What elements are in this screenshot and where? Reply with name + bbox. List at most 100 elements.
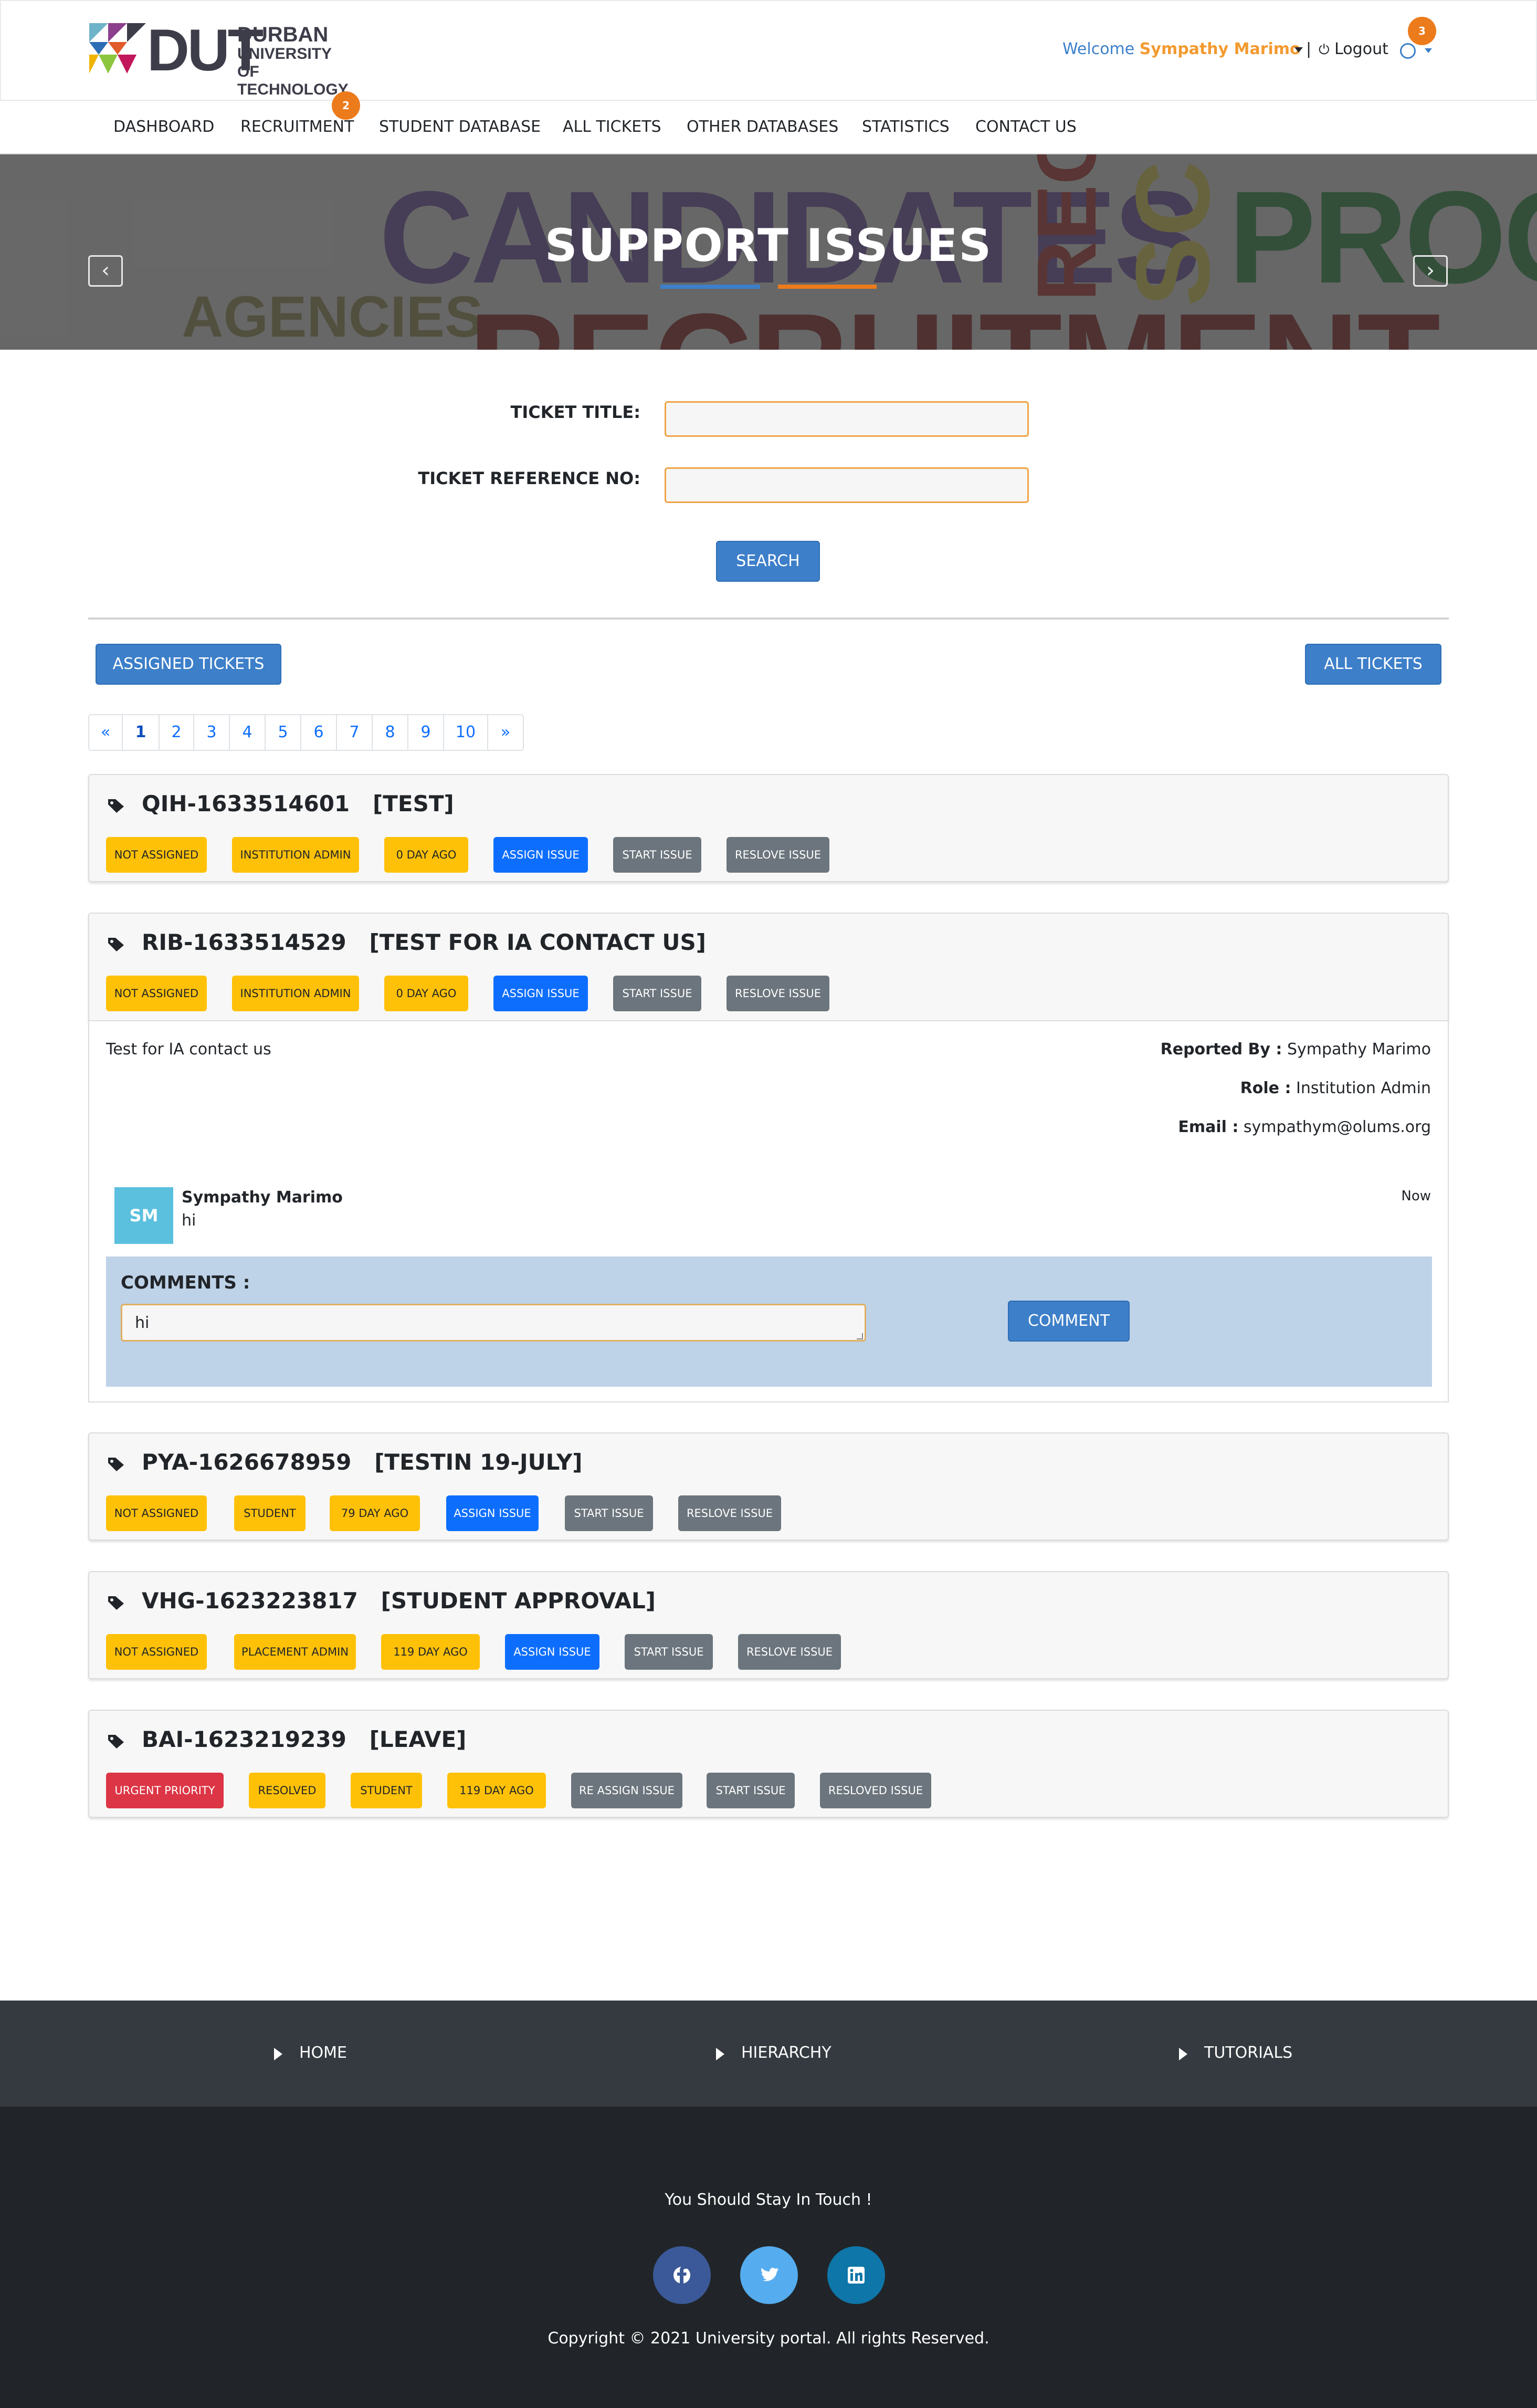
page-3[interactable]: 3 [194,715,230,750]
resolved-issue-button[interactable]: RESLOVED ISSUE [820,1773,931,1808]
ticket-heading[interactable]: PYA-1626678959 [TESTIN 19-JULY] [142,1449,583,1475]
footer: You Should Stay In Touch ! Copyright © 2… [0,2107,1537,2408]
resolve-issue-button[interactable]: RESLOVE ISSUE [678,1495,781,1531]
footer-nav: HOME HIERARCHY TUTORIALS [0,2001,1537,2107]
ticket-card[interactable]: BAI-1623219239 [LEAVE] URGENT PRIORITY R… [88,1710,1449,1818]
page-2[interactable]: 2 [160,715,194,750]
logout-link[interactable]: ⏻ Logout [1319,40,1388,58]
reassign-issue-button[interactable]: RE ASSIGN ISSUE [571,1773,682,1808]
nav-item-other-databases[interactable]: OTHER DATABASES [687,118,838,136]
ticket-card[interactable]: PYA-1626678959 [TESTIN 19-JULY] NOT ASSI… [88,1432,1449,1541]
carousel-next-button[interactable]: › [1413,255,1448,287]
nav-item-recruitment[interactable]: RECRUITMENT [240,118,354,136]
dut-logo[interactable]: DUT DURBAN UNIVERSITY OF TECHNOLOGY [89,19,349,98]
comment-button[interactable]: COMMENT [1008,1301,1130,1342]
ticket-ref: BAI-1623219239 [142,1726,346,1752]
email-value: sympathym@olums.org [1243,1118,1431,1136]
nav-item-statistics[interactable]: STATISTICS [862,118,950,136]
footer-link-home[interactable]: HOME [299,2044,347,2062]
all-tickets-button[interactable]: ALL TICKETS [1305,644,1441,685]
ticket-heading[interactable]: BAI-1623219239 [LEAVE] [142,1726,466,1752]
page-1[interactable]: 1 [123,715,160,750]
status-badge: NOT ASSIGNED [106,837,207,873]
ticket-ref-input[interactable] [665,467,1029,503]
chat-dropdown-caret-icon[interactable] [1425,48,1432,53]
ticket-card-expanded[interactable]: RIB-1633514529 [TEST FOR IA CONTACT US] … [88,913,1449,1021]
resolve-issue-button[interactable]: RESLOVE ISSUE [727,976,829,1011]
email-label: Email : [1178,1118,1239,1136]
page-8[interactable]: 8 [373,715,408,750]
page-6[interactable]: 6 [301,715,337,750]
caret-right-icon [274,2048,282,2060]
status-badge: NOT ASSIGNED [106,1634,207,1670]
search-button[interactable]: SEARCH [716,541,820,582]
linkedin-icon[interactable] [827,2246,885,2304]
tag-icon [108,1596,124,1610]
page-next[interactable]: » [488,715,523,750]
resolve-issue-button[interactable]: RESLOVE ISSUE [727,837,829,873]
user-dropdown-caret-icon[interactable] [1294,47,1303,53]
ticket-title-label: TICKET TITLE: [510,402,640,422]
page-7[interactable]: 7 [337,715,373,750]
assigned-tickets-button[interactable]: ASSIGNED TICKETS [96,644,281,685]
ticket-ref: PYA-1626678959 [142,1449,352,1475]
twitter-icon[interactable] [740,2246,798,2304]
ticket-card[interactable]: QIH-1633514601 [TEST] NOT ASSIGNED INSTI… [88,774,1449,882]
page-5[interactable]: 5 [266,715,301,750]
ticket-heading[interactable]: RIB-1633514529 [TEST FOR IA CONTACT US] [142,929,706,955]
ticket-title-input[interactable] [665,401,1029,437]
facebook-icon[interactable] [653,2246,711,2304]
assign-issue-button[interactable]: ASSIGN ISSUE [505,1634,599,1670]
resolve-issue-button[interactable]: RESLOVE ISSUE [738,1634,841,1670]
nav-item-contact-us[interactable]: CONTACT US [975,118,1077,136]
start-issue-button[interactable]: START ISSUE [625,1634,713,1670]
nav-item-student-database[interactable]: STUDENT DATABASE [379,118,541,136]
start-issue-button[interactable]: START ISSUE [613,837,701,873]
priority-badge: URGENT PRIORITY [106,1773,224,1808]
carousel-prev-button[interactable]: ‹ [88,255,123,287]
ticket-heading[interactable]: VHG-1623223817 [STUDENT APPROVAL] [142,1588,656,1614]
page-prev[interactable]: « [89,715,123,750]
start-issue-button[interactable]: START ISSUE [613,976,701,1011]
twitter-glyph [761,2267,779,2281]
assign-issue-button[interactable]: ASSIGN ISSUE [493,837,588,873]
recruitment-badge: 2 [332,91,360,120]
reported-by: Reported By : Sympathy Marimo [1161,1040,1431,1059]
stay-in-touch-text: You Should Stay In Touch ! [665,2191,872,2209]
ticket-heading[interactable]: QIH-1633514601 [TEST] [142,791,454,816]
assign-issue-button[interactable]: ASSIGN ISSUE [493,976,588,1011]
age-badge: 0 DAY AGO [384,837,468,873]
ticket-ref: VHG-1623223817 [142,1588,358,1614]
status-badge: NOT ASSIGNED [106,976,207,1011]
page-10[interactable]: 10 [444,715,488,750]
start-issue-button[interactable]: START ISSUE [565,1495,653,1531]
footer-link-tutorials[interactable]: TUTORIALS [1204,2044,1292,2062]
ticket-title: [TESTIN 19-JULY] [374,1449,583,1475]
reported-by-value: Sympathy Marimo [1287,1040,1431,1059]
nav-item-all-tickets[interactable]: ALL TICKETS [563,118,661,136]
comments-label: COMMENTS : [121,1272,250,1293]
footer-link-hierarchy[interactable]: HIERARCHY [741,2044,831,2062]
comment-time: Now [1401,1188,1431,1204]
nav-item-dashboard[interactable]: DASHBOARD [113,118,214,136]
role-badge: STUDENT [234,1495,306,1531]
logo-subtitle: DURBAN UNIVERSITY OF TECHNOLOGY [237,24,349,99]
comment-textarea[interactable]: hi [121,1304,866,1342]
comment-text: hi [182,1211,196,1230]
linkedin-glyph [848,2267,865,2284]
role-label: Role : [1240,1079,1291,1097]
facebook-glyph [673,2266,690,2284]
age-badge: 79 DAY AGO [330,1495,420,1531]
resize-handle-icon[interactable] [857,1333,863,1339]
whatsapp-icon[interactable] [1400,43,1416,59]
hero-banner: CANDIDATES REC SC PROCE AGENCIES RECRUIT… [0,154,1537,350]
page-4[interactable]: 4 [230,715,266,750]
user-name[interactable]: Sympathy Marimo [1140,40,1301,58]
ticket-card[interactable]: VHG-1623223817 [STUDENT APPROVAL] NOT AS… [88,1571,1449,1679]
page-9[interactable]: 9 [408,715,444,750]
assign-issue-button[interactable]: ASSIGN ISSUE [446,1495,539,1531]
start-issue-button[interactable]: START ISSUE [707,1773,795,1808]
welcome-text[interactable]: Welcome Sympathy Marimo [1062,40,1301,58]
role-badge: PLACEMENT ADMIN [234,1634,356,1670]
page-title: SUPPORT ISSUES [544,219,993,272]
